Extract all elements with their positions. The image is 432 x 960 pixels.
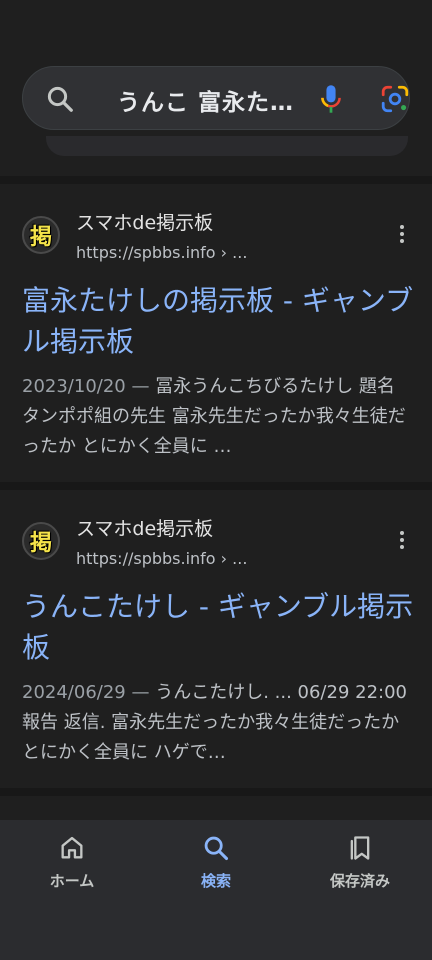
search-suggestion-tray <box>46 136 408 156</box>
site-url[interactable]: https://spbbs.info › ... <box>76 243 247 262</box>
nav-search[interactable]: 検索 <box>156 834 276 891</box>
divider <box>0 176 432 184</box>
more-options-icon[interactable] <box>394 528 410 552</box>
result-title-link[interactable]: 富永たけしの掲示板 - ギャンブル掲示板 <box>22 280 414 362</box>
nav-saved[interactable]: 保存済み <box>300 834 420 891</box>
nav-home-label: ホーム <box>49 872 95 890</box>
nav-search-label: 検索 <box>200 872 231 890</box>
divider <box>0 788 432 796</box>
site-favicon: 掲 <box>22 522 60 560</box>
site-favicon: 掲 <box>22 216 60 254</box>
site-name[interactable]: スマホde掲示板 <box>76 514 213 541</box>
site-url[interactable]: https://spbbs.info › ... <box>76 549 247 568</box>
more-options-icon[interactable] <box>394 222 410 246</box>
divider <box>0 482 432 490</box>
search-header: うんこ 富永た… <box>0 0 432 176</box>
date-separator: — <box>125 376 156 397</box>
nav-saved-label: 保存済み <box>329 872 390 890</box>
result-snippet: 2023/10/20 — 冨永うんこちびるたけし 題名 タンポポ組の先生 富永先… <box>22 372 414 462</box>
next-result-card-partial <box>0 796 432 820</box>
result-snippet: 2024/06/29 — うんこたけし. ... 06/29 22:00 報告 … <box>22 678 414 768</box>
search-result-card[interactable]: 掲 スマホde掲示板 https://spbbs.info › ... うんこた… <box>0 490 432 788</box>
search-icon <box>204 836 229 861</box>
home-icon <box>61 836 83 859</box>
site-name[interactable]: スマホde掲示板 <box>76 208 213 235</box>
result-date: 2024/06/29 <box>22 682 126 703</box>
microphone-icon[interactable] <box>317 83 345 115</box>
bottom-navigation: ホーム 検索 保存済み <box>0 820 432 960</box>
search-results-page: うんこ 富永た… 掲 スマホde掲示板 https://spbbs.info ›… <box>0 0 432 960</box>
bookmarks-icon <box>350 836 370 860</box>
google-lens-icon[interactable] <box>379 84 411 114</box>
search-result-card[interactable]: 掲 スマホde掲示板 https://spbbs.info › ... 富永たけ… <box>0 184 432 482</box>
result-title-link[interactable]: うんこたけし - ギャンブル掲示板 <box>22 586 414 668</box>
search-icon <box>47 86 73 112</box>
date-separator: — <box>125 682 156 703</box>
result-date: 2023/10/20 <box>22 376 126 397</box>
search-query-text[interactable]: うんこ 富永た… <box>117 83 294 117</box>
nav-home[interactable]: ホーム <box>12 834 132 891</box>
search-bar[interactable]: うんこ 富永た… <box>22 66 410 130</box>
